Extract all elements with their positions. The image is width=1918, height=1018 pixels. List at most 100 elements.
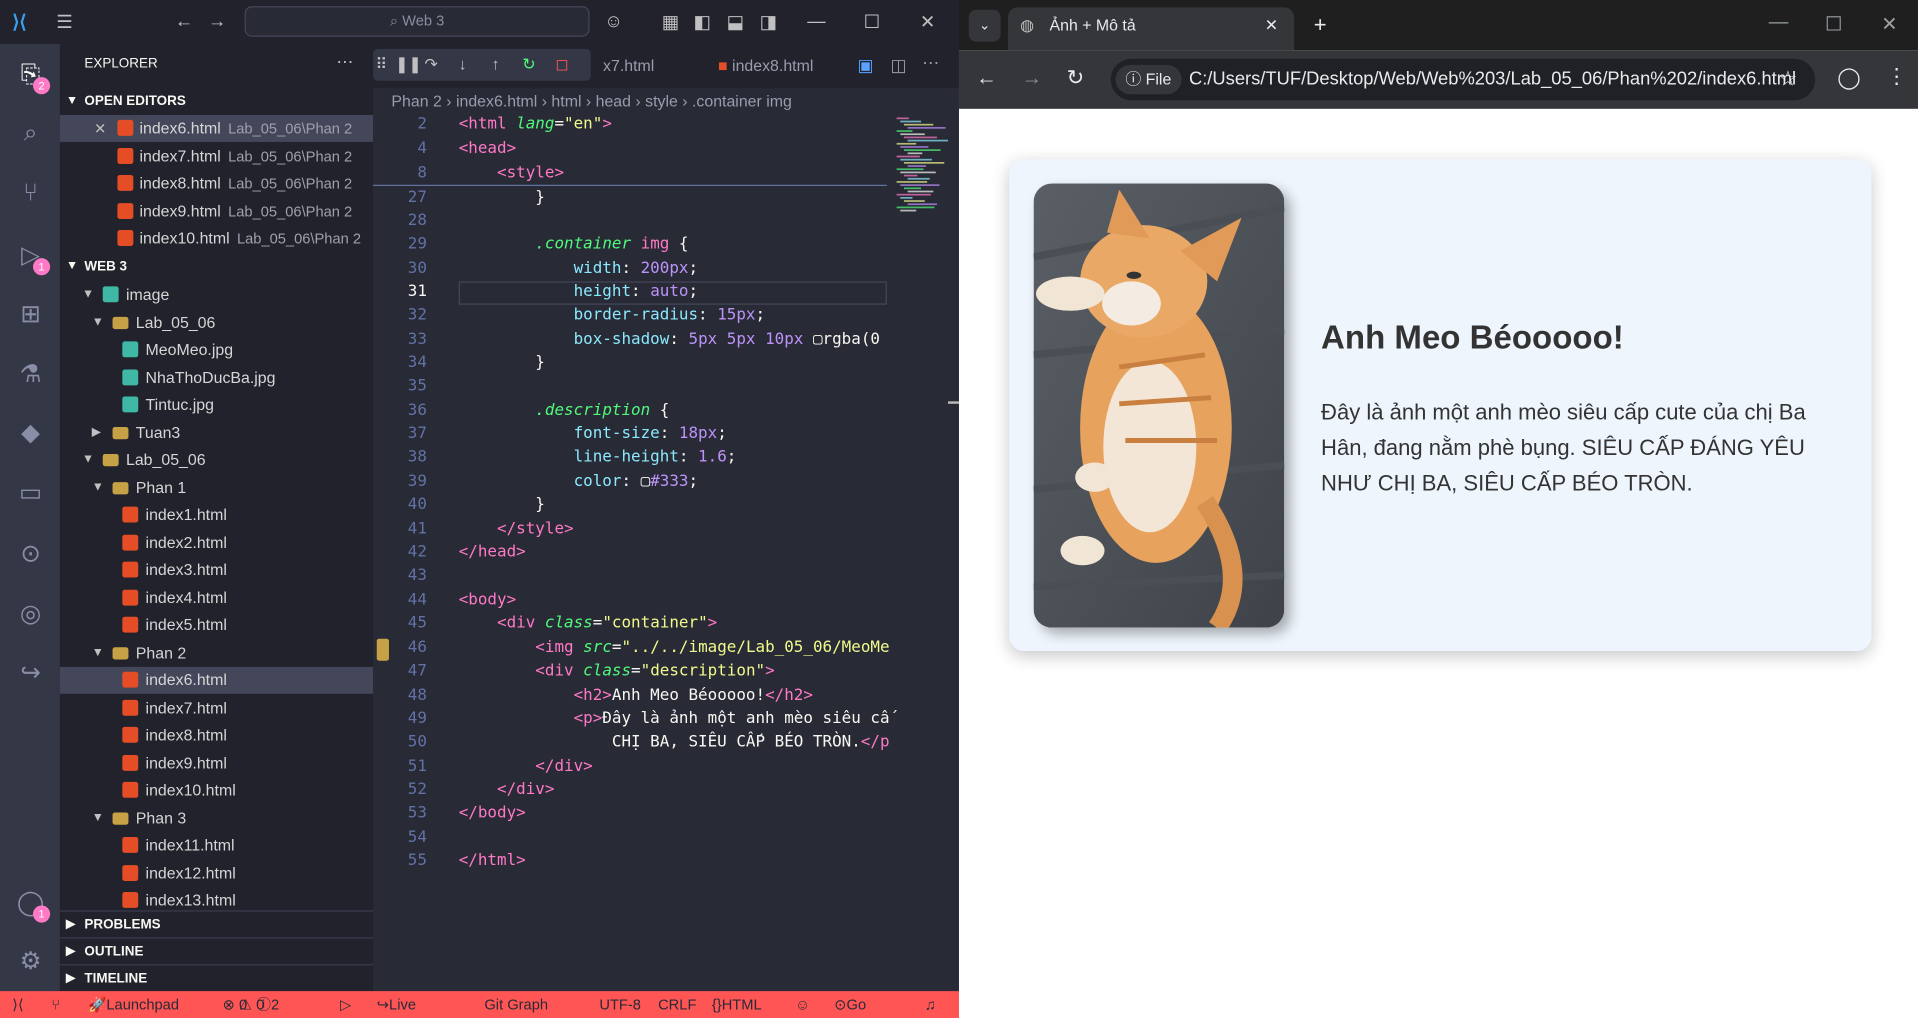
- stop-icon[interactable]: ◻: [555, 49, 568, 81]
- new-tab-icon[interactable]: +: [1314, 12, 1327, 38]
- notifications-bell-icon[interactable]: ♫: [925, 991, 936, 1018]
- copilot-icon[interactable]: ☺: [604, 11, 623, 32]
- browser-menu-icon[interactable]: ⋮: [1886, 65, 1907, 89]
- chevron-right-icon[interactable]: ▶: [92, 419, 101, 446]
- browser-tab-active[interactable]: ◍ Ảnh + Mô tả ✕: [1007, 7, 1295, 51]
- tree-item-html[interactable]: index8.html: [60, 722, 373, 749]
- tab-index7[interactable]: x7.html: [591, 51, 667, 88]
- tree-item-img[interactable]: MeoMeo.jpg: [60, 336, 373, 363]
- tab-search-icon[interactable]: ⌄: [968, 9, 1001, 42]
- source-control-status-icon[interactable]: ⑂: [51, 991, 60, 1018]
- customize-layout-icon[interactable]: ▦: [662, 11, 679, 33]
- restart-icon[interactable]: ↻: [522, 49, 535, 81]
- open-editor-item[interactable]: index8.html Lab_05_06\Phan 2: [60, 170, 373, 197]
- tree-item-html[interactable]: index9.html: [60, 749, 373, 776]
- debug-status-icon[interactable]: ▷: [340, 991, 351, 1018]
- step-out-icon[interactable]: ↑: [492, 49, 500, 81]
- tree-item-folder[interactable]: ▼ Phan 3: [60, 805, 373, 832]
- tree-item-folder[interactable]: ▶ Tuan3: [60, 419, 373, 446]
- browser-close-icon[interactable]: ✕: [1881, 12, 1897, 36]
- tree-item-html[interactable]: index6.html: [59, 666, 374, 694]
- breadcrumb-item[interactable]: Phan 2: [391, 92, 441, 110]
- minimize-icon[interactable]: —: [807, 11, 825, 32]
- tree-item-html[interactable]: index7.html: [60, 694, 373, 721]
- drag-handle-icon[interactable]: ⠿: [376, 49, 388, 81]
- editor-more-icon[interactable]: ⋯: [922, 53, 939, 74]
- back-icon[interactable]: ←: [976, 66, 997, 90]
- chevron-down-icon[interactable]: ▼: [92, 805, 104, 832]
- search-view-icon[interactable]: ⌕: [15, 117, 47, 149]
- breadcrumb-item[interactable]: style: [645, 92, 678, 110]
- tree-item-folder-img[interactable]: ▼ image: [60, 281, 373, 308]
- menu-icon[interactable]: ☰: [56, 11, 72, 33]
- chevron-down-icon[interactable]: ▼: [92, 309, 104, 336]
- eol-item[interactable]: CRLF: [658, 991, 696, 1018]
- encoding-item[interactable]: UTF-8: [599, 991, 641, 1018]
- tree-item-img[interactable]: Tintuc.jpg: [60, 392, 373, 419]
- live-share-icon[interactable]: ↪: [15, 657, 47, 689]
- extensions-icon[interactable]: ⊞: [15, 299, 47, 331]
- reload-icon[interactable]: ↻: [1067, 66, 1084, 90]
- tree-item-html[interactable]: index3.html: [60, 557, 373, 584]
- address-bar[interactable]: ⓘ File C:/Users/TUF/Desktop/Web/Web%203/…: [1110, 58, 1816, 101]
- python-icon[interactable]: ◆: [15, 417, 47, 449]
- remote-indicator-icon[interactable]: ⟩⟨: [12, 991, 23, 1018]
- tree-item-folder[interactable]: ▼ Lab_05_06: [60, 309, 373, 336]
- more-actions-icon[interactable]: ⋯: [336, 51, 353, 72]
- toggle-panel-icon[interactable]: ⬓: [727, 11, 744, 33]
- breadcrumb-item[interactable]: html: [551, 92, 581, 110]
- back-icon[interactable]: ←: [175, 11, 193, 32]
- settings-gear-icon[interactable]: ⚙: [15, 946, 47, 978]
- problems-status[interactable]: ⊗ 0 ⚠ 0 ⓘ 2: [223, 991, 279, 1018]
- git-graph-item[interactable]: Git Graph: [484, 991, 548, 1018]
- forward-icon[interactable]: →: [208, 11, 226, 32]
- tree-item-html[interactable]: index5.html: [60, 612, 373, 639]
- outline-panel-header[interactable]: ▶ OUTLINE: [59, 937, 374, 964]
- tab-index8[interactable]: ■ index8.html: [706, 51, 826, 88]
- open-editor-item[interactable]: index9.html Lab_05_06\Phan 2: [60, 198, 373, 225]
- go-live-item[interactable]: ⊙ Go Live: [834, 991, 866, 1018]
- open-editor-item[interactable]: index7.html Lab_05_06\Phan 2: [60, 143, 373, 170]
- breadcrumb-item[interactable]: index6.html: [456, 92, 537, 110]
- tree-item-html[interactable]: index4.html: [60, 584, 373, 611]
- chevron-down-icon[interactable]: ▼: [92, 474, 104, 501]
- explorer-icon[interactable]: ⎘ 2: [15, 59, 51, 95]
- browser-minimize-icon[interactable]: —: [1769, 12, 1789, 34]
- tree-item-folder[interactable]: ▼ Lab_05_06: [60, 447, 373, 474]
- open-editor-item[interactable]: ✕ index6.html Lab_05_06\Phan 2: [59, 115, 374, 142]
- launchpad-item[interactable]: 🚀 Launchpad: [88, 991, 179, 1018]
- profile-icon[interactable]: ◯: [1837, 66, 1860, 90]
- tree-item-folder[interactable]: ▼ Phan 2: [60, 639, 373, 666]
- git-graph-icon[interactable]: ⊙: [15, 538, 47, 570]
- source-control-icon[interactable]: ⑂: [15, 177, 47, 209]
- site-info-chip[interactable]: ⓘ File: [1115, 64, 1182, 95]
- tree-item-html[interactable]: index10.html: [60, 777, 373, 804]
- tab-close-icon[interactable]: ✕: [1265, 7, 1278, 42]
- toggle-secondary-sidebar-icon[interactable]: ◨: [760, 11, 777, 33]
- open-editor-item[interactable]: index10.html Lab_05_06\Phan 2: [60, 225, 373, 252]
- command-center-search[interactable]: ⌕ Web 3: [244, 6, 590, 37]
- toggle-sidebar-icon[interactable]: ◧: [694, 11, 711, 33]
- browser-maximize-icon[interactable]: ☐: [1825, 12, 1843, 36]
- tree-item-html[interactable]: index1.html: [60, 502, 373, 529]
- problems-panel-header[interactable]: ▶ PROBLEMS: [59, 910, 374, 937]
- live-share-item[interactable]: ↪ Live Share: [377, 991, 416, 1018]
- pause-icon[interactable]: ❚❚: [395, 49, 422, 81]
- open-editors-header[interactable]: ▼ OPEN EDITORS: [60, 88, 373, 115]
- tree-item-folder[interactable]: ▼ Phan 1: [60, 474, 373, 501]
- step-into-icon[interactable]: ↓: [459, 49, 467, 81]
- split-editor-icon[interactable]: ◫: [890, 55, 906, 76]
- scrollbar-thumb[interactable]: [947, 401, 959, 404]
- close-icon[interactable]: ✕: [920, 11, 935, 33]
- tree-item-img[interactable]: NhaThoDucBa.jpg: [60, 364, 373, 391]
- maximize-icon[interactable]: ☐: [864, 11, 880, 33]
- forward-icon[interactable]: →: [1021, 66, 1042, 90]
- code-editor[interactable]: ⠿ ❚❚ ↷ ↓ ↑ ↻ ◻ x7.html ■ index8.html ▣ ◫…: [373, 44, 959, 992]
- breadcrumb-item[interactable]: .container img: [692, 92, 792, 110]
- minimap[interactable]: [894, 115, 948, 213]
- timeline-panel-header[interactable]: ▶ TIMELINE: [59, 964, 374, 991]
- close-editor-icon[interactable]: ✕: [94, 115, 106, 142]
- workspace-header[interactable]: ▼ WEB 3: [60, 253, 373, 280]
- copilot-status-icon[interactable]: ☺: [795, 991, 810, 1018]
- tree-item-html[interactable]: index12.html: [60, 860, 373, 887]
